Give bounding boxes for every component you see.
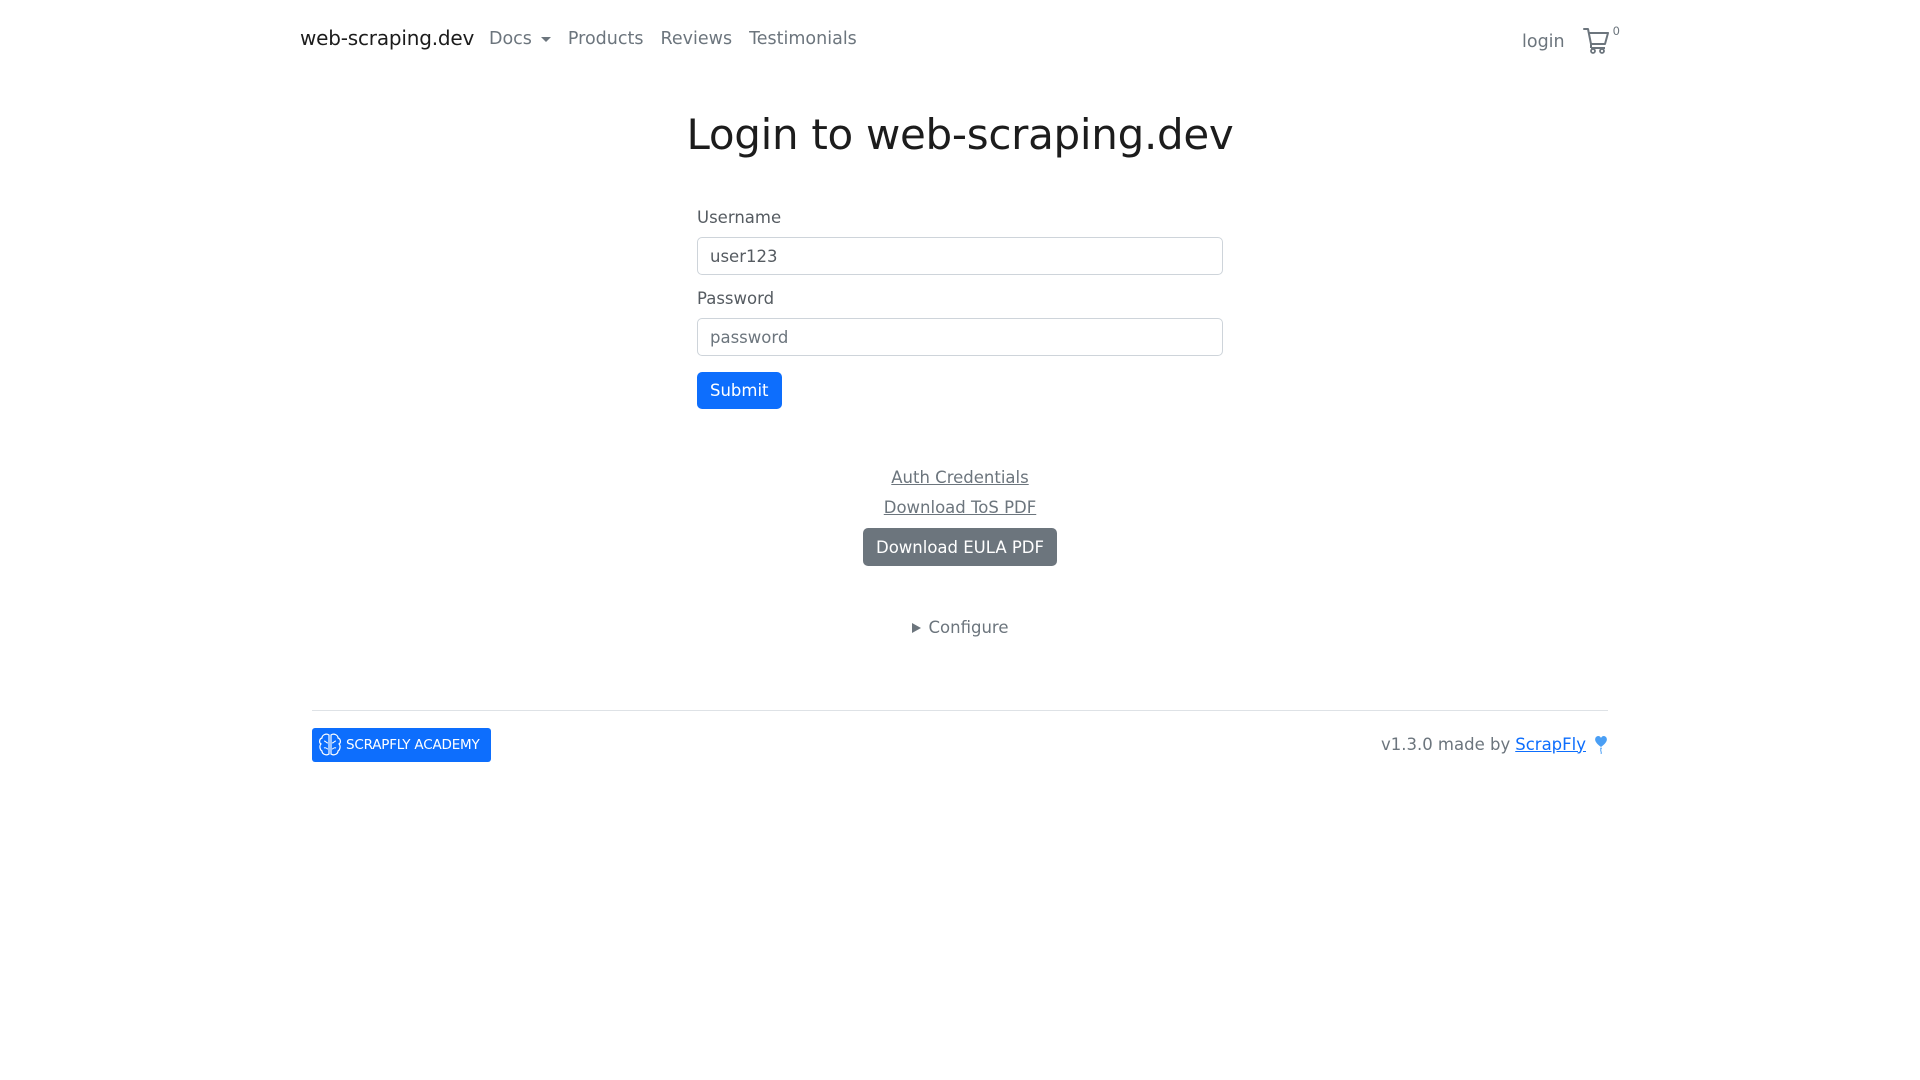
triangle-right-icon	[911, 623, 921, 633]
brand-link[interactable]: web-scraping.dev	[300, 26, 474, 50]
nav-docs-label: Docs	[489, 29, 532, 49]
login-form: Username Password Submit	[697, 208, 1223, 409]
download-tos-link[interactable]: Download ToS PDF	[0, 498, 1920, 517]
cart-button[interactable]: 0	[1582, 24, 1620, 54]
caret-down-icon	[540, 37, 551, 42]
nav-products[interactable]: Products	[568, 29, 644, 49]
page-title: Login to web-scraping.dev	[686, 110, 1234, 159]
nav-right: login 0	[1522, 24, 1620, 54]
nav-testimonials[interactable]: Testimonials	[749, 29, 857, 49]
navbar: web-scraping.dev Docs Products Reviews T…	[0, 0, 1920, 82]
document-links: Auth Credentials Download ToS PDF Downlo…	[0, 468, 1920, 566]
configure-label: Configure	[928, 618, 1009, 637]
balloon-heart-icon	[1595, 736, 1607, 754]
cart-icon	[1582, 28, 1609, 54]
footer-credits: v1.3.0 made by ScrapFly	[1381, 734, 1608, 754]
nav-links: Docs Products Reviews Testimonials	[489, 29, 874, 49]
configure-toggle[interactable]: Configure	[0, 618, 1920, 637]
download-eula-button[interactable]: Download EULA PDF	[862, 528, 1057, 566]
scrapfly-link[interactable]: ScrapFly	[1515, 735, 1586, 754]
scrapfly-academy-button[interactable]: SCRAPFLY ACADEMY	[312, 728, 491, 762]
login-link[interactable]: login	[1522, 32, 1565, 52]
password-input[interactable]	[697, 318, 1223, 356]
nav-reviews[interactable]: Reviews	[661, 29, 733, 49]
academy-label: SCRAPFLY ACADEMY	[346, 737, 480, 753]
footer-divider	[312, 710, 1608, 711]
nav-docs-dropdown[interactable]: Docs	[489, 29, 551, 49]
cart-count-badge: 0	[1612, 24, 1620, 38]
password-label: Password	[697, 289, 775, 308]
username-input[interactable]	[697, 237, 1223, 275]
version-text: v1.3.0 made by	[1380, 734, 1511, 754]
submit-button[interactable]: Submit	[697, 372, 782, 409]
brain-icon	[319, 733, 341, 756]
auth-credentials-link[interactable]: Auth Credentials	[0, 468, 1920, 487]
username-label: Username	[697, 208, 782, 227]
